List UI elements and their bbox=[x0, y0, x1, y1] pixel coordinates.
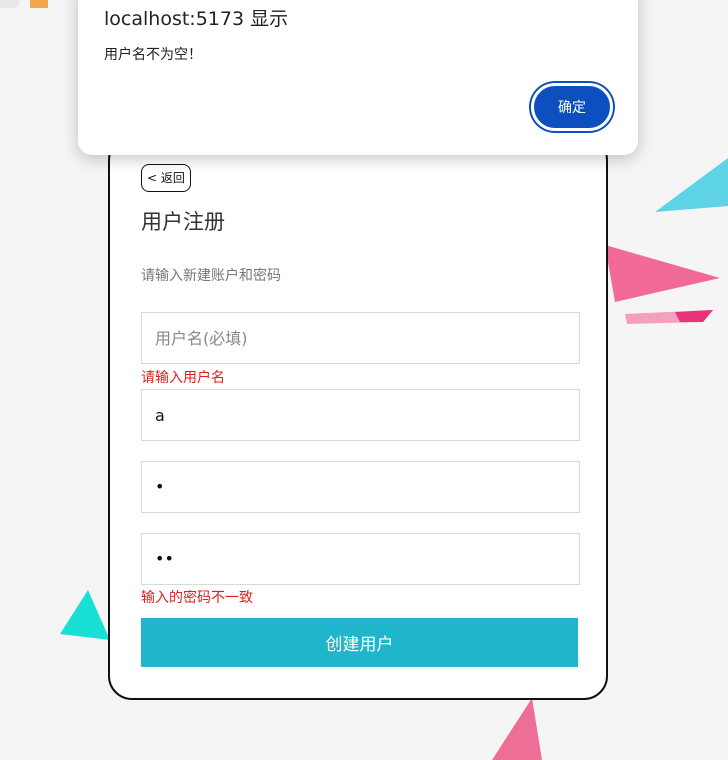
decor-shard-pink bbox=[605, 245, 720, 302]
alert-dialog: localhost:5173 显示 用户名不为空！ 确定 bbox=[78, 0, 638, 155]
page-title: 用户注册 bbox=[141, 210, 225, 234]
nickname-input[interactable] bbox=[141, 389, 580, 441]
create-user-button[interactable]: 创建用户 bbox=[141, 618, 578, 667]
decor-shard-cyan-top bbox=[655, 158, 728, 212]
chrome-fragment-orange bbox=[30, 0, 48, 8]
dialog-message: 用户名不为空！ bbox=[104, 47, 202, 63]
username-error: 请输入用户名 bbox=[141, 370, 225, 386]
dialog-ok-button[interactable]: 确定 bbox=[531, 83, 613, 131]
chrome-fragment-left bbox=[0, 0, 20, 8]
confirm-password-input[interactable]: •• bbox=[141, 533, 580, 585]
app-screen: < 返回 用户注册 请输入新建账户和密码 请输入用户名 • •• 输入的密码不一… bbox=[0, 0, 728, 760]
decor-shard-cyan-left bbox=[60, 590, 110, 640]
back-button[interactable]: < 返回 bbox=[141, 164, 191, 192]
password-error: 输入的密码不一致 bbox=[141, 590, 253, 606]
dialog-title: localhost:5173 显示 bbox=[104, 8, 289, 30]
decor-shard-pink-bottom bbox=[492, 698, 542, 760]
decor-shard-pink-strip bbox=[625, 310, 713, 324]
page-subtitle: 请输入新建账户和密码 bbox=[141, 268, 281, 284]
register-card: < 返回 用户注册 请输入新建账户和密码 请输入用户名 • •• 输入的密码不一… bbox=[108, 136, 608, 700]
username-input[interactable] bbox=[141, 312, 580, 364]
password-input[interactable]: • bbox=[141, 461, 580, 513]
